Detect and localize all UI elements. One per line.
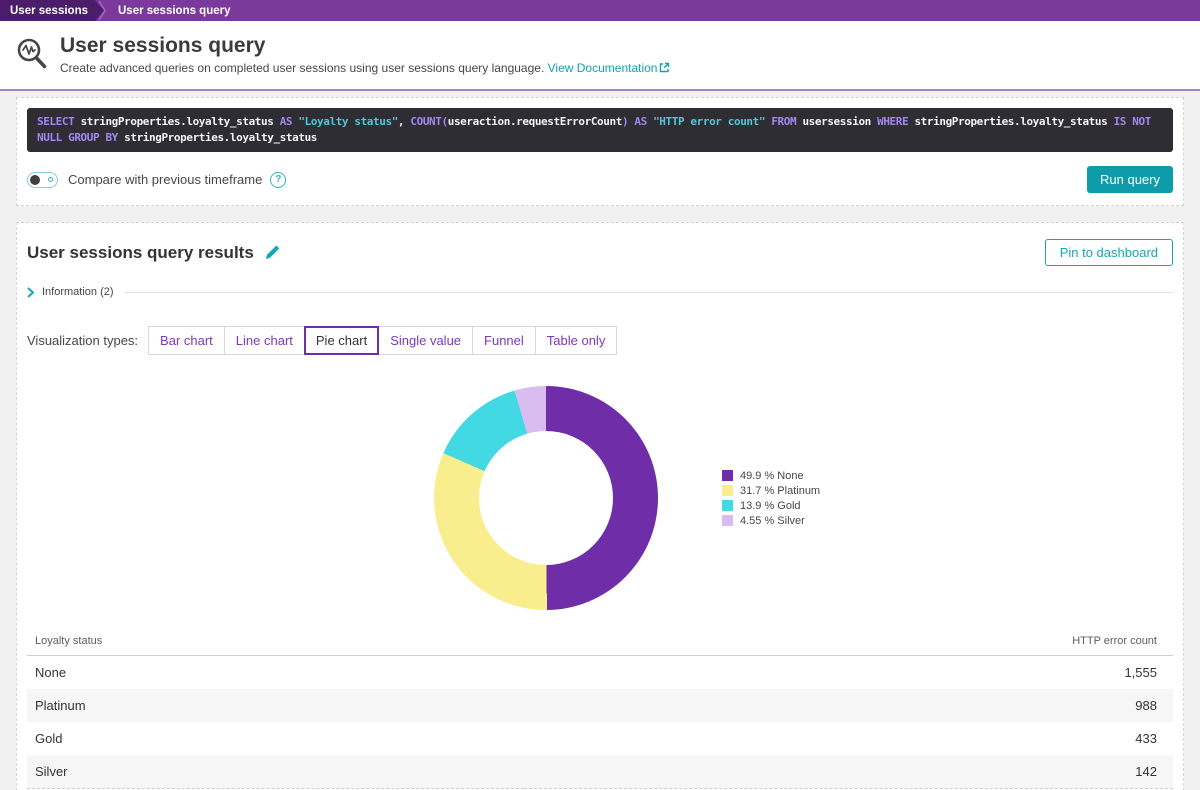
chart-area: 49.9 % None 31.7 % Platinum 13.9 % Gold 4.5… — [27, 385, 1173, 611]
breadcrumb-label: User sessions query — [118, 5, 231, 17]
pin-to-dashboard-button[interactable]: Pin to dashboard — [1045, 239, 1173, 266]
query-token: stringProperties.loyalty_status — [914, 115, 1113, 128]
run-query-button[interactable]: Run query — [1087, 166, 1173, 193]
external-link-icon — [659, 62, 670, 76]
legend-label: 49.9 % None — [740, 470, 804, 482]
query-token: AS — [280, 115, 299, 128]
information-label: Information (2) — [42, 286, 114, 298]
legend-swatch — [722, 485, 733, 496]
visualization-types-row: Visualization types: Bar chartLine chart… — [27, 326, 1173, 355]
table-cell: 1,555 — [524, 656, 1173, 690]
legend-swatch — [722, 470, 733, 481]
table-column-header: HTTP error count — [524, 629, 1173, 656]
breadcrumb-item-user-sessions-query[interactable]: User sessions query — [106, 0, 243, 21]
legend-item[interactable]: 13.9 % Gold — [722, 500, 820, 512]
compare-timeframe-label: Compare with previous timeframe — [68, 172, 262, 187]
table-cell: 988 — [524, 689, 1173, 722]
viz-tab-table-only[interactable]: Table only — [535, 326, 618, 355]
table-body: None1,555Platinum988Gold433Silver142 — [27, 656, 1173, 789]
table-column-header: Loyalty status — [27, 629, 524, 656]
session-search-icon — [10, 35, 54, 75]
query-token: ) AS — [622, 115, 653, 128]
page-header: User sessions query Create advanced quer… — [0, 21, 1200, 91]
table-row: Platinum988 — [27, 689, 1173, 722]
chevron-right-icon — [27, 287, 34, 298]
toggle-dot — [48, 177, 53, 182]
legend-label: 31.7 % Platinum — [740, 485, 820, 497]
results-header: User sessions query results Pin to dashb… — [27, 239, 1173, 266]
information-expander[interactable]: Information (2) — [27, 286, 1173, 298]
legend-item[interactable]: 4.55 % Silver — [722, 515, 820, 527]
query-token: , — [398, 115, 410, 128]
query-editor[interactable]: SELECT stringProperties.loyalty_status A… — [27, 108, 1173, 152]
query-token: stringProperties.loyalty_status — [81, 115, 280, 128]
results-card: User sessions query results Pin to dashb… — [16, 222, 1184, 790]
donut-hole — [479, 431, 613, 565]
viz-tab-line-chart[interactable]: Line chart — [224, 326, 305, 355]
legend-label: 4.55 % Silver — [740, 515, 805, 527]
legend-swatch — [722, 500, 733, 511]
query-token: useraction.requestErrorCount — [448, 115, 622, 128]
table-cell: Platinum — [27, 689, 524, 722]
query-token: WHERE — [877, 115, 914, 128]
table-row: None1,555 — [27, 656, 1173, 690]
legend-swatch — [722, 515, 733, 526]
toggle-knob — [30, 175, 40, 185]
query-token: usersession — [802, 115, 877, 128]
legend-item[interactable]: 31.7 % Platinum — [722, 485, 820, 497]
help-icon[interactable]: ? — [270, 172, 286, 188]
table-cell: Silver — [27, 755, 524, 789]
viz-tabs: Bar chartLine chartPie chartSingle value… — [148, 326, 617, 355]
legend-label: 13.9 % Gold — [740, 500, 801, 512]
chart-legend: 49.9 % None 31.7 % Platinum 13.9 % Gold 4.5… — [722, 467, 820, 530]
query-token: "Loyalty status" — [298, 115, 398, 128]
query-token: stringProperties.loyalty_status — [124, 131, 317, 144]
compare-timeframe-toggle[interactable] — [27, 172, 58, 188]
query-token: SELECT — [37, 115, 81, 128]
donut-chart[interactable] — [434, 386, 658, 610]
viz-tab-bar-chart[interactable]: Bar chart — [148, 326, 225, 355]
viz-tab-pie-chart[interactable]: Pie chart — [304, 326, 379, 355]
visualization-types-label: Visualization types: — [27, 333, 138, 348]
table-cell: None — [27, 656, 524, 690]
legend-item[interactable]: 49.9 % None — [722, 470, 820, 482]
breadcrumb-label: User sessions — [10, 5, 88, 17]
page-title: User sessions query — [60, 34, 670, 58]
results-title: User sessions query results — [27, 243, 254, 263]
view-documentation-link[interactable]: View Documentation — [548, 61, 671, 75]
divider-line — [124, 292, 1173, 293]
query-text: SELECT stringProperties.loyalty_status A… — [37, 115, 1151, 144]
page-header-text: User sessions query Create advanced quer… — [60, 34, 670, 75]
viz-tab-funnel[interactable]: Funnel — [472, 326, 536, 355]
query-token: "HTTP error count" — [653, 115, 771, 128]
table-cell: 142 — [524, 755, 1173, 789]
query-token: COUNT( — [410, 115, 447, 128]
results-table: Loyalty statusHTTP error count None1,555… — [27, 629, 1173, 789]
table-row: Silver142 — [27, 755, 1173, 789]
query-card: SELECT stringProperties.loyalty_status A… — [16, 97, 1184, 206]
table-row: Gold433 — [27, 722, 1173, 755]
edit-title-pencil-icon[interactable] — [264, 244, 281, 261]
breadcrumb-item-user-sessions[interactable]: User sessions — [0, 0, 104, 21]
breadcrumb: User sessions User sessions query — [0, 0, 1200, 21]
viz-tab-single-value[interactable]: Single value — [378, 326, 473, 355]
table-cell: Gold — [27, 722, 524, 755]
page-subtitle: Create advanced queries on completed use… — [60, 61, 670, 76]
table-cell: 433 — [524, 722, 1173, 755]
table-header-row: Loyalty statusHTTP error count — [27, 629, 1173, 656]
query-controls: Compare with previous timeframe ? Run qu… — [27, 166, 1173, 193]
query-token: FROM — [771, 115, 802, 128]
